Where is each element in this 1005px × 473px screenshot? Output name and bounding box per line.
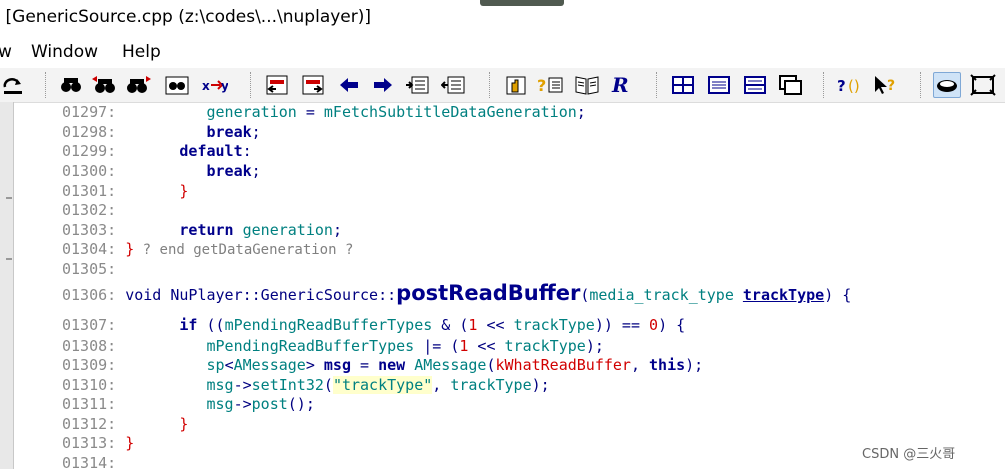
line-number: 01310: <box>62 376 117 394</box>
window-grip[interactable] <box>480 0 564 6</box>
toggle-icon[interactable] <box>933 72 961 98</box>
line-number: 01308: <box>62 337 117 355</box>
line-number: 01306: <box>62 286 117 304</box>
toolbar-separator <box>920 72 921 98</box>
layout-stack-icon[interactable] <box>778 72 804 98</box>
code-line: 01313: } <box>62 434 135 452</box>
code-line: 01297: generation = mFetchSubtitleDataGe… <box>62 103 586 121</box>
code-line: 01309: sp<AMessage> msg = new AMessage(k… <box>62 356 704 374</box>
line-number: 01302: <box>62 201 117 219</box>
relation-icon[interactable]: ? <box>537 72 563 98</box>
line-number: 01303: <box>62 221 117 239</box>
find-next-icon[interactable] <box>126 72 152 98</box>
svg-text:?: ? <box>887 78 895 94</box>
code-line: 01301: } <box>62 182 189 200</box>
find-files-icon[interactable] <box>165 72 191 98</box>
r-icon[interactable]: R <box>610 72 636 98</box>
svg-text:x: x <box>202 79 210 93</box>
line-number: 01304: <box>62 240 117 258</box>
code-line: 01299: default: <box>62 142 252 160</box>
symbol-info-icon[interactable] <box>503 72 529 98</box>
jump-back-icon[interactable] <box>264 72 290 98</box>
layout-split-icon[interactable] <box>742 72 768 98</box>
code-line: 01303: return generation; <box>62 221 342 239</box>
line-number: 01299: <box>62 142 117 160</box>
code-editor[interactable]: 01297: generation = mFetchSubtitleDataGe… <box>0 102 1005 472</box>
menu-bar: w Window Help <box>0 38 1005 68</box>
line-number: 01309: <box>62 356 117 374</box>
code-line: 01305: <box>62 259 116 279</box>
line-number: 01313: <box>62 434 117 452</box>
code-line: 01314: <box>62 453 116 473</box>
line-number: 01305: <box>62 260 117 278</box>
toolbar-separator <box>656 72 657 98</box>
find-icon[interactable] <box>58 72 84 98</box>
code-line: 01302: <box>62 200 116 220</box>
book-icon[interactable] <box>574 72 600 98</box>
code-line: 01312: } <box>62 415 189 433</box>
toolbar-separator <box>250 72 251 98</box>
watermark: CSDN @三火哥 <box>862 447 956 462</box>
svg-text:?: ? <box>837 77 846 95</box>
redo-icon[interactable] <box>0 72 26 98</box>
line-number: 01307: <box>62 316 117 334</box>
toolbar-separator <box>489 72 490 98</box>
code-line: 01300: break; <box>62 162 261 180</box>
back-arrow-icon[interactable] <box>336 72 362 98</box>
code-line: 01308: mPendingReadBufferTypes |= (1 << … <box>62 337 604 355</box>
line-number: 01300: <box>62 162 117 180</box>
code-line: 01306: void NuPlayer::GenericSource::pos… <box>62 281 852 305</box>
svg-text:?: ? <box>537 76 546 95</box>
forward-arrow-icon[interactable] <box>370 72 396 98</box>
line-number: 01311: <box>62 395 117 413</box>
jump-forward-icon[interactable] <box>300 72 326 98</box>
line-number: 01297: <box>62 103 117 121</box>
code-line: 01304: } ? end getDataGeneration ? <box>62 240 354 258</box>
toolbar-separator <box>45 72 46 98</box>
window-title: - [GenericSource.cpp (z:\codes\...\nupla… <box>0 7 372 27</box>
find-prev-icon[interactable] <box>91 72 117 98</box>
indent-icon[interactable] <box>404 72 430 98</box>
layout-window-icon[interactable] <box>670 72 696 98</box>
outdent-icon[interactable] <box>440 72 466 98</box>
replace-icon[interactable]: xy <box>202 72 228 98</box>
menu-help[interactable]: Help <box>122 42 161 62</box>
context-help-icon[interactable]: ?() <box>837 72 863 98</box>
line-number: 01298: <box>62 123 117 141</box>
line-number: 01314: <box>62 454 117 472</box>
title-bar: - [GenericSource.cpp (z:\codes\...\nupla… <box>0 0 1005 38</box>
line-number: 01301: <box>62 182 117 200</box>
svg-text:R: R <box>611 74 629 96</box>
code-line: 01311: msg->post(); <box>62 395 315 413</box>
code-line: 01307: if ((mPendingReadBufferTypes & (1… <box>62 316 686 334</box>
svg-text:y: y <box>221 79 228 93</box>
svg-text:(): () <box>848 77 860 95</box>
frame-icon[interactable] <box>970 72 996 98</box>
layout-panel-icon[interactable] <box>706 72 732 98</box>
toolbar: xy ? R ?() ? <box>0 68 1005 103</box>
code-line: 01298: break; <box>62 123 261 141</box>
toolbar-separator <box>823 72 824 98</box>
line-number: 01312: <box>62 415 117 433</box>
menu-view[interactable]: w <box>0 42 12 62</box>
code-line: 01310: msg->setInt32("trackType", trackT… <box>62 376 550 394</box>
menu-window[interactable]: Window <box>31 42 98 62</box>
pointer-help-icon[interactable]: ? <box>872 72 898 98</box>
